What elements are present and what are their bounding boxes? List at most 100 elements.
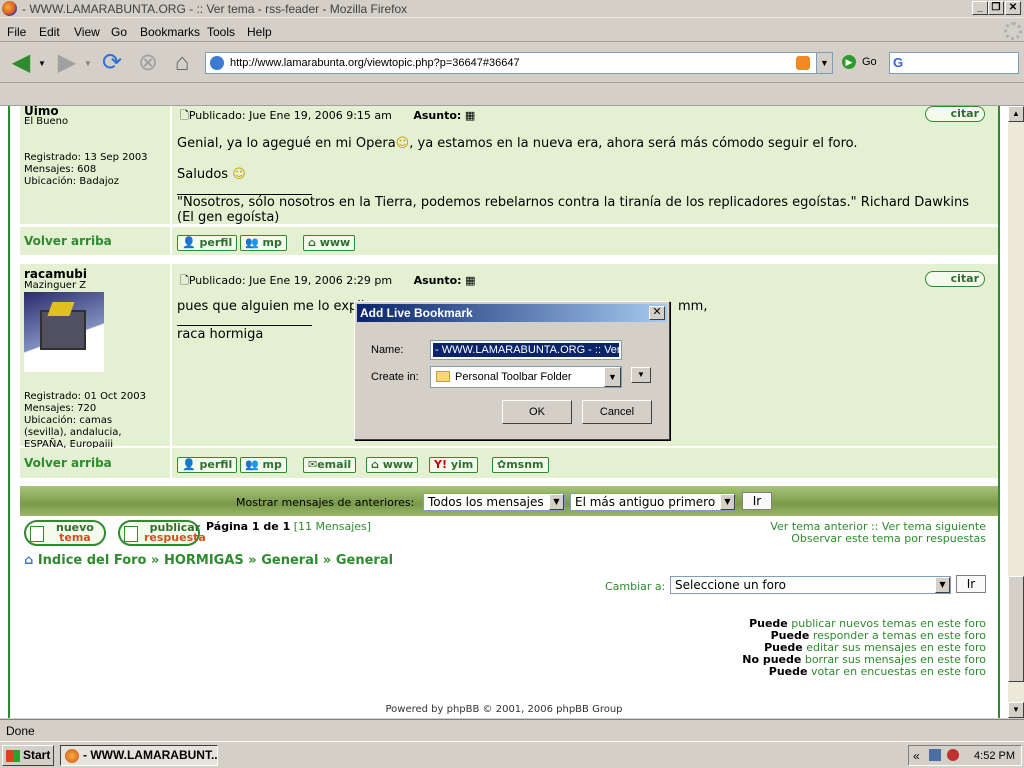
create-in-select[interactable]: Personal Toolbar Folder ▼ <box>430 366 622 388</box>
post-doc-icon: 🗋 <box>180 109 189 122</box>
dropdown-arrow-icon: ▼ <box>549 494 564 510</box>
avatar-building <box>40 310 86 350</box>
dialog-close-icon[interactable]: ✕ <box>649 306 665 320</box>
document-icon <box>124 526 138 542</box>
post-doc-icon: 🗋 <box>180 274 189 287</box>
menu-bookmarks[interactable]: Bookmarks <box>140 25 200 39</box>
email-button[interactable]: ✉email <box>303 457 357 473</box>
maximize-button[interactable]: ❐ <box>988 1 1004 15</box>
range-select[interactable]: Todos los mensajes ▼ <box>423 493 565 511</box>
menu-file[interactable]: File <box>7 25 26 39</box>
post-date: Publicado: Jue Ene 19, 2006 9:15 am <box>188 109 392 122</box>
cancel-button[interactable]: Cancel <box>582 400 652 424</box>
profile-button[interactable]: 👤 perfil <box>177 235 238 251</box>
watch-topic-link[interactable]: Observar este tema por respuestas <box>791 532 986 545</box>
start-button[interactable]: Start <box>2 745 54 766</box>
reply-button[interactable]: publicar respuesta <box>118 520 206 546</box>
button-label: mp <box>262 458 282 471</box>
clock[interactable]: 4:52 PM <box>974 750 1015 762</box>
rss-feed-icon[interactable] <box>796 56 810 70</box>
url-history-dropdown-icon[interactable]: ▼ <box>816 53 832 73</box>
menu-edit[interactable]: Edit <box>39 25 60 39</box>
button-label: www <box>382 458 414 471</box>
filter-bar: Mostrar mensajes de anteriores: Todos lo… <box>20 486 998 516</box>
scroll-up-icon[interactable]: ▲ <box>1008 106 1024 122</box>
stop-icon[interactable]: ⊗ <box>134 49 162 77</box>
menu-view[interactable]: View <box>74 25 100 39</box>
window-title-bar: - WWW.LAMARABUNTA.ORG - :: Ver tema - rs… <box>0 0 1024 18</box>
dropdown-arrow-icon: ▼ <box>935 577 950 593</box>
breadcrumb-general-sub[interactable]: General <box>336 553 393 568</box>
minimize-button[interactable]: _ <box>972 1 988 15</box>
security-icon[interactable] <box>947 749 959 761</box>
back-to-top-link[interactable]: Volver arriba <box>24 456 112 470</box>
create-in-label: Create in: <box>371 371 419 383</box>
yahoo-icon: Y! <box>434 458 447 471</box>
reload-icon[interactable]: ⟳ <box>98 49 126 77</box>
yim-button[interactable]: Y! yim <box>429 457 479 473</box>
pm-button[interactable]: 👥 mp <box>240 235 287 251</box>
scroll-down-icon[interactable]: ▼ <box>1008 702 1024 718</box>
expand-folders-button[interactable]: ▼ <box>631 367 651 383</box>
url-input[interactable] <box>230 55 790 71</box>
name-label: Name: <box>371 344 404 356</box>
tray-expand-icon[interactable]: « <box>913 749 920 763</box>
ok-button[interactable]: OK <box>502 400 572 424</box>
quote-button[interactable]: citar <box>925 271 985 287</box>
google-icon[interactable]: G <box>893 55 903 70</box>
post-separator <box>170 227 172 255</box>
scroll-thumb[interactable] <box>1008 576 1024 682</box>
status-text: Done <box>6 724 35 738</box>
signature-divider <box>177 325 312 326</box>
post-author[interactable]: racamubi <box>24 267 87 281</box>
filter-go-button[interactable]: Ir <box>742 492 772 510</box>
close-button[interactable]: ✕ <box>1005 1 1021 15</box>
jump-forum-select[interactable]: Seleccione un foro ▼ <box>670 576 951 594</box>
quote-button[interactable]: citar <box>925 106 985 122</box>
order-select[interactable]: El más antiguo primero ▼ <box>570 493 736 511</box>
powered-by[interactable]: Powered by phpBB © 2001, 2006 phpBB Grou… <box>10 704 998 715</box>
search-box[interactable]: G <box>889 52 1019 74</box>
breadcrumb-general[interactable]: General <box>261 553 318 568</box>
profile-button[interactable]: 👤 perfil <box>177 457 238 473</box>
post-separator <box>170 448 172 478</box>
post-messages: Mensajes: 720 <box>24 403 97 414</box>
name-field[interactable] <box>430 340 622 360</box>
button-label: mp <box>262 236 282 249</box>
menu-go[interactable]: Go <box>111 25 127 39</box>
vertical-scrollbar[interactable]: ▲ ▼ <box>1008 106 1024 718</box>
jump-go-button[interactable]: Ir <box>956 575 986 593</box>
pm-icon: 👥 <box>245 458 259 471</box>
post-header: 🗋Publicado: Jue Ene 19, 2006 9:15 am Asu… <box>180 107 475 126</box>
pm-button[interactable]: 👥 mp <box>240 457 287 473</box>
select-value: Todos los mensajes <box>428 495 544 509</box>
name-input[interactable] <box>433 343 619 357</box>
profile-icon: 👤 <box>182 458 196 471</box>
menu-tools[interactable]: Tools <box>207 25 235 39</box>
firefox-icon <box>65 749 79 763</box>
select-value: Seleccione un foro <box>675 578 786 592</box>
url-bar[interactable]: ▼ <box>205 52 833 74</box>
pm-icon: 👥 <box>245 236 259 249</box>
back-to-top-link[interactable]: Volver arriba <box>24 234 112 248</box>
forward-arrow-icon[interactable]: ▶ <box>52 49 82 77</box>
breadcrumb-hormigas[interactable]: HORMIGAS <box>164 553 244 568</box>
www-button[interactable]: ⌂ www <box>366 457 419 473</box>
post-location: Ubicación: Badajoz <box>24 176 119 187</box>
profile-icon: 👤 <box>182 236 196 249</box>
go-button[interactable]: ▶ Go <box>842 55 877 69</box>
network-icon[interactable] <box>929 749 941 761</box>
forward-dropdown-icon[interactable]: ▼ <box>84 59 92 68</box>
www-button[interactable]: ⌂ www <box>303 235 356 251</box>
permission-item: Puede votar en encuestas en este foro <box>742 666 986 678</box>
back-dropdown-icon[interactable]: ▼ <box>38 59 46 68</box>
dropdown-arrow-icon[interactable]: ▼ <box>604 367 621 387</box>
back-arrow-icon[interactable]: ◀ <box>6 49 36 77</box>
home-icon[interactable]: ⌂ <box>168 49 196 77</box>
new-topic-button[interactable]: nuevo tema <box>24 520 106 546</box>
breadcrumb-index[interactable]: Indice del Foro <box>38 553 147 568</box>
folder-icon <box>436 371 450 382</box>
taskbar-firefox-item[interactable]: - WWW.LAMARABUNT... <box>60 745 218 766</box>
menu-help[interactable]: Help <box>247 25 272 39</box>
msn-button[interactable]: ✿msnm <box>492 457 549 473</box>
